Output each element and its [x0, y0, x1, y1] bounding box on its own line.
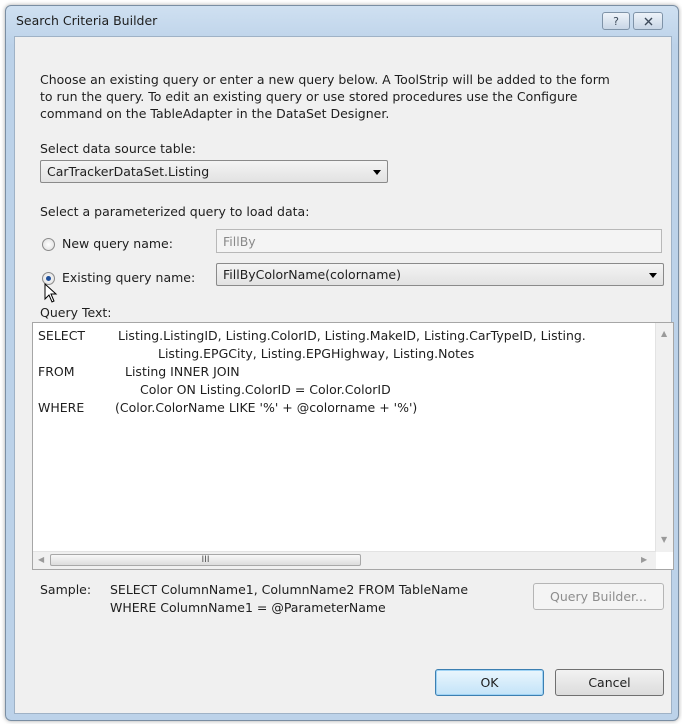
- grip-icon: III: [201, 555, 210, 565]
- query-keyword: SELECT: [38, 328, 86, 343]
- query-builder-button[interactable]: Query Builder...: [533, 583, 664, 610]
- ok-button[interactable]: OK: [435, 669, 544, 696]
- query-line: Listing INNER JOIN: [125, 364, 240, 379]
- help-button[interactable]: ?: [602, 12, 630, 30]
- query-line: Listing.EPGCity, Listing.EPGHighway, Lis…: [158, 346, 475, 361]
- data-source-label: Select data source table:: [40, 141, 197, 156]
- new-query-radio[interactable]: [42, 238, 55, 251]
- data-source-value: CarTrackerDataSet.Listing: [47, 164, 210, 179]
- query-keyword: WHERE: [38, 400, 85, 415]
- window-title: Search Criteria Builder: [16, 13, 158, 28]
- data-source-select[interactable]: CarTrackerDataSet.Listing: [40, 160, 388, 183]
- query-text-label: Query Text:: [40, 305, 112, 320]
- scroll-down-icon[interactable]: ▼: [661, 535, 667, 544]
- radio-selected-dot: [46, 276, 51, 281]
- scroll-right-icon[interactable]: ▶: [641, 555, 647, 564]
- new-query-input[interactable]: [217, 230, 661, 252]
- new-query-field[interactable]: [216, 229, 662, 253]
- vertical-scrollbar[interactable]: ▲ ▼: [655, 323, 673, 552]
- mouse-pointer-icon: [44, 283, 58, 303]
- query-keyword: FROM: [38, 364, 75, 379]
- help-icon: ?: [613, 14, 619, 28]
- intro-line: command on the TableAdapter in the DataS…: [40, 106, 390, 121]
- dialog-window: Search Criteria Builder ? Choose an exis…: [5, 5, 679, 721]
- intro-line: Choose an existing query or enter a new …: [40, 72, 610, 87]
- cancel-button[interactable]: Cancel: [555, 669, 664, 696]
- scroll-left-icon[interactable]: ◀: [38, 555, 44, 564]
- horizontal-scrollbar[interactable]: ◀ III ▶: [33, 551, 656, 569]
- sample-label: Sample:: [40, 582, 92, 597]
- query-text-area[interactable]: SELECT Listing.ListingID, Listing.ColorI…: [32, 322, 674, 570]
- new-query-label: New query name:: [62, 236, 173, 251]
- existing-query-value: FillByColorName(colorname): [223, 267, 401, 282]
- close-button[interactable]: [633, 12, 663, 30]
- chevron-down-icon: [373, 170, 381, 175]
- query-line: (Color.ColorName LIKE '%' + @colorname +…: [115, 400, 418, 415]
- existing-query-select[interactable]: FillByColorName(colorname): [216, 263, 664, 286]
- close-icon: [644, 17, 652, 25]
- chevron-down-icon: [649, 273, 657, 278]
- intro-line: to run the query. To edit an existing qu…: [40, 89, 578, 104]
- sample-line-1: SELECT ColumnName1, ColumnName2 FROM Tab…: [110, 582, 469, 597]
- scroll-up-icon[interactable]: ▲: [661, 329, 667, 338]
- intro-text: Choose an existing query or enter a new …: [40, 71, 660, 122]
- query-line: Color ON Listing.ColorID = Color.ColorID: [140, 382, 391, 397]
- existing-query-label: Existing query name:: [62, 270, 196, 285]
- query-line: Listing.ListingID, Listing.ColorID, List…: [118, 328, 586, 343]
- sample-line-2: WHERE ColumnName1 = @ParameterName: [110, 600, 386, 615]
- horizontal-scroll-thumb[interactable]: III: [50, 554, 361, 566]
- query-select-label: Select a parameterized query to load dat…: [40, 204, 310, 219]
- dialog-client: Choose an existing query or enter a new …: [14, 36, 674, 714]
